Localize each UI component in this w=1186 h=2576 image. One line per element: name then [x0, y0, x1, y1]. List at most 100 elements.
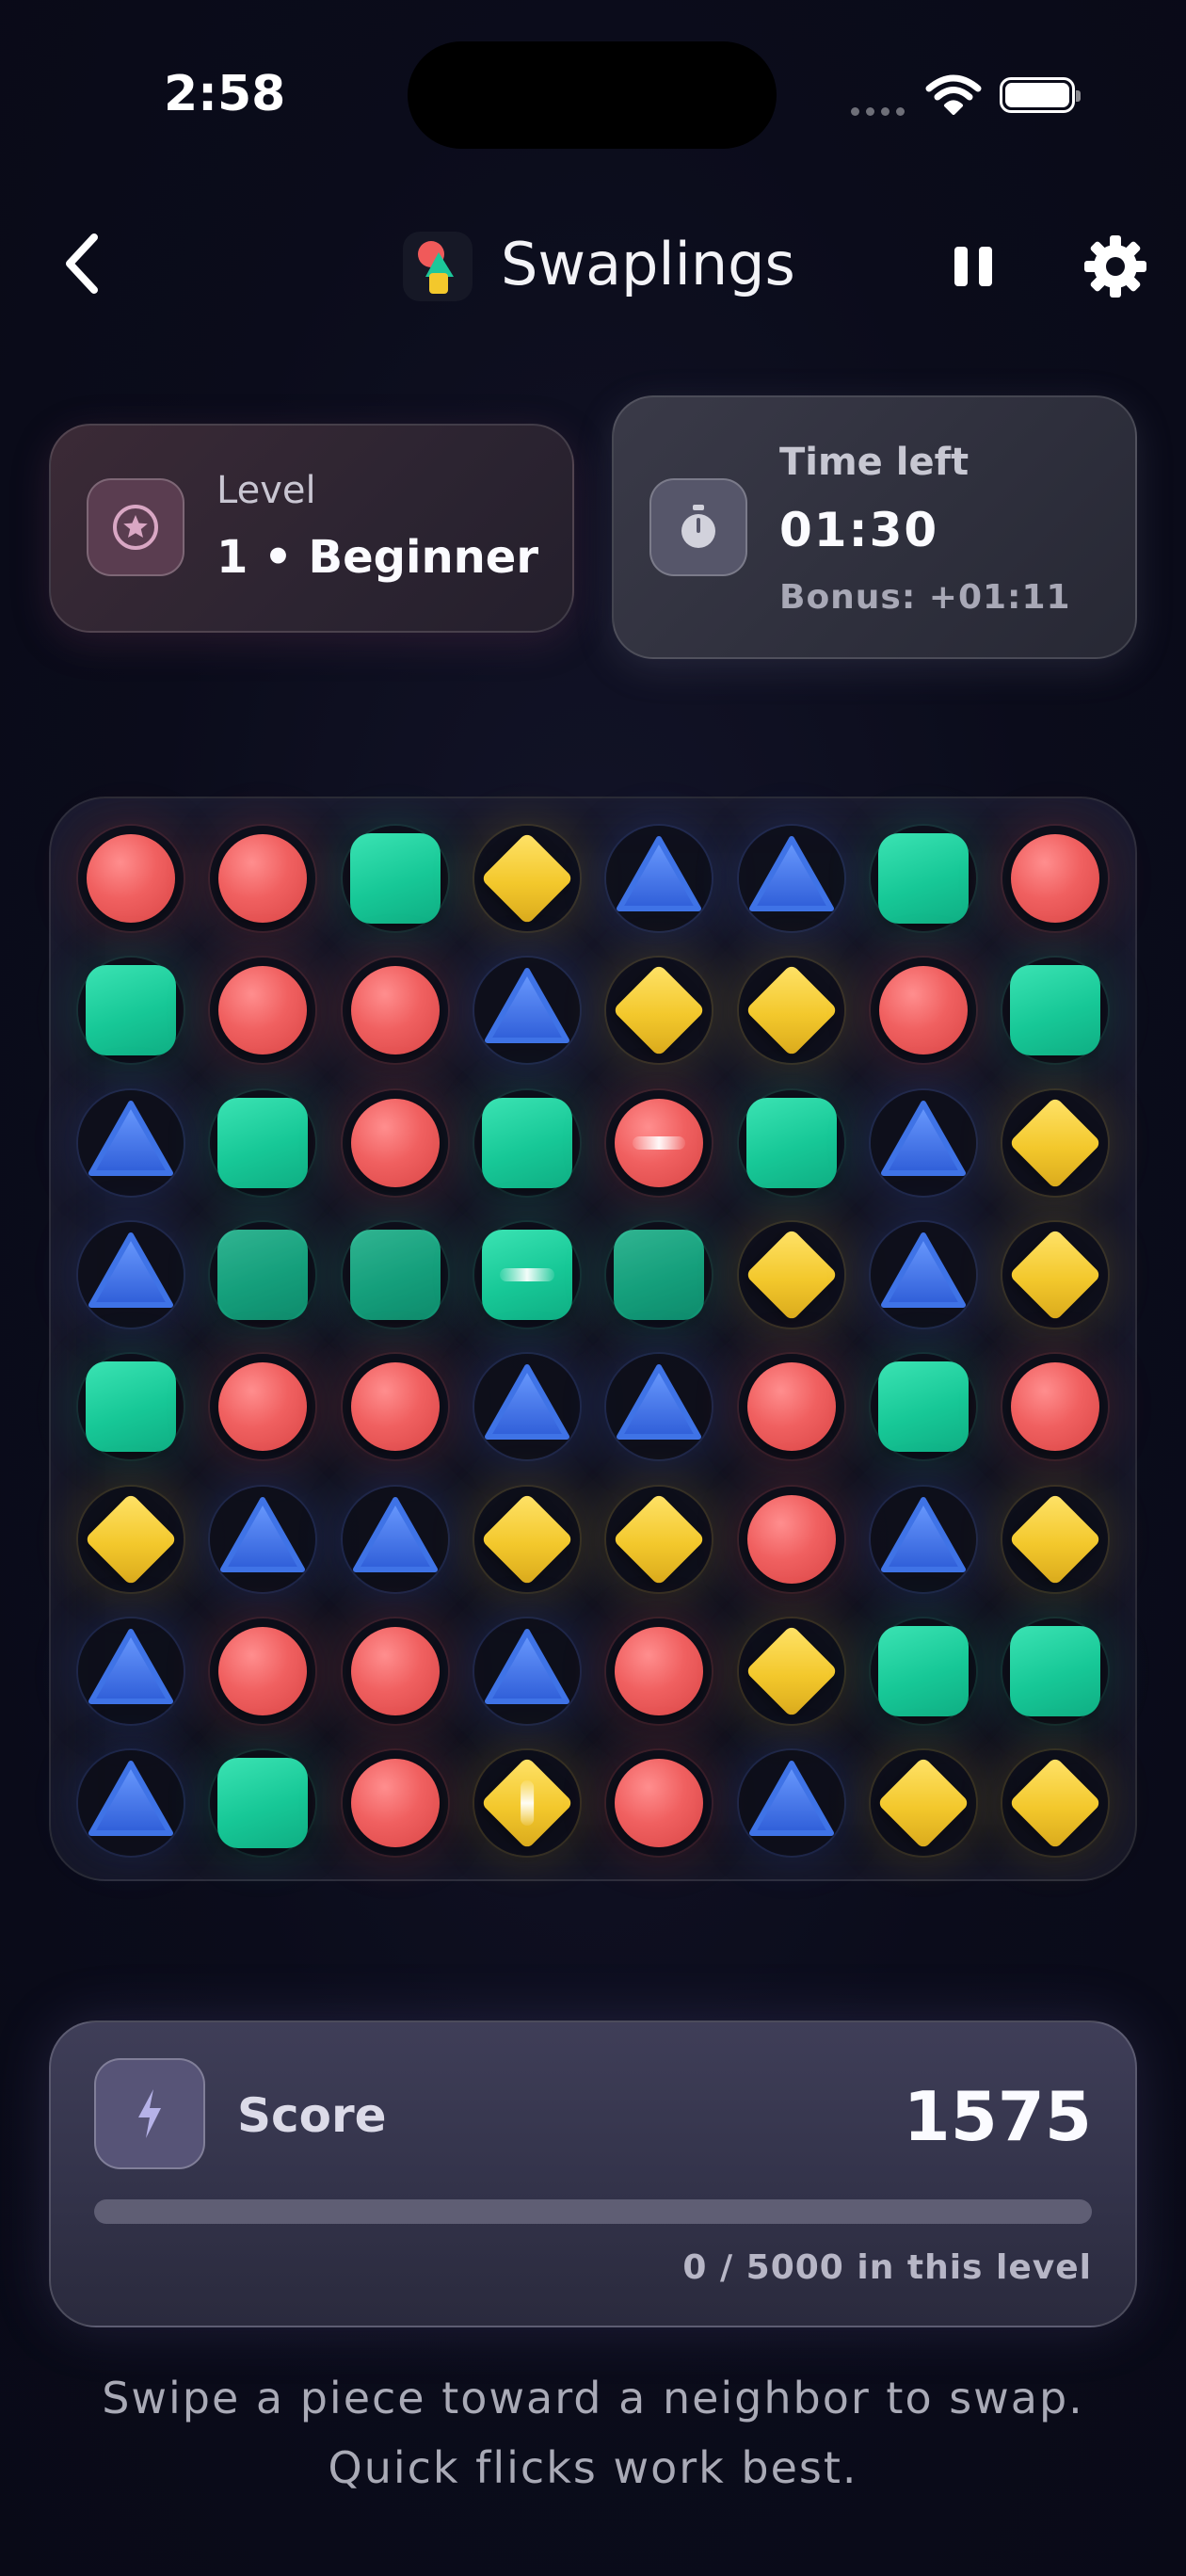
- board-cell[interactable]: [738, 958, 844, 1064]
- board-cell[interactable]: [473, 1750, 580, 1857]
- board-cell[interactable]: [210, 1486, 316, 1592]
- board-cell[interactable]: [738, 1354, 844, 1460]
- board-cell[interactable]: [78, 1354, 184, 1460]
- board-cell[interactable]: [870, 1221, 976, 1328]
- board-cell[interactable]: [78, 1221, 184, 1328]
- board-cell[interactable]: [870, 1618, 976, 1724]
- red-circle-piece: [350, 1626, 440, 1715]
- board-cell[interactable]: [870, 958, 976, 1064]
- board-cell[interactable]: [606, 826, 713, 931]
- blue-triangle-piece: [612, 1360, 706, 1444]
- yellow-diamond-piece: [480, 1756, 574, 1850]
- board-cell[interactable]: [606, 1221, 713, 1328]
- board-cell[interactable]: [342, 826, 448, 931]
- board-cell[interactable]: [78, 1089, 184, 1196]
- board-cell[interactable]: [606, 1618, 713, 1724]
- board-cell[interactable]: [606, 1354, 713, 1460]
- board-cell[interactable]: [870, 1486, 976, 1592]
- board-cell[interactable]: [473, 1486, 580, 1592]
- board-cell[interactable]: [342, 958, 448, 1064]
- board-cell[interactable]: [210, 1750, 316, 1857]
- app-title: Swaplings: [501, 230, 795, 298]
- board-cell[interactable]: [870, 1354, 976, 1460]
- board-cell[interactable]: [473, 1089, 580, 1196]
- board-cell[interactable]: [210, 1354, 316, 1460]
- green-square-piece: [86, 965, 176, 1056]
- yellow-diamond-piece: [745, 1624, 838, 1718]
- board-cell[interactable]: [1002, 1089, 1109, 1196]
- board-cell[interactable]: [342, 1486, 448, 1592]
- board-cell[interactable]: [342, 1354, 448, 1460]
- board-cell[interactable]: [78, 958, 184, 1064]
- board-cell[interactable]: [738, 1750, 844, 1857]
- green-square-piece: [877, 833, 969, 924]
- board-cell[interactable]: [606, 1486, 713, 1592]
- board-cell[interactable]: [210, 1089, 316, 1196]
- green-square-piece: [614, 1229, 705, 1320]
- board-cell[interactable]: [473, 1618, 580, 1724]
- blue-triangle-piece: [348, 1492, 442, 1577]
- blue-triangle-piece: [876, 1096, 970, 1181]
- red-circle-piece: [350, 966, 440, 1055]
- yellow-diamond-piece: [1008, 1492, 1102, 1586]
- board-cell[interactable]: [1002, 958, 1109, 1064]
- board-cell[interactable]: [210, 826, 316, 931]
- board-cell[interactable]: [738, 1089, 844, 1196]
- pause-icon: [954, 247, 968, 286]
- board-cell[interactable]: [473, 1221, 580, 1328]
- board-cell[interactable]: [738, 1221, 844, 1328]
- board-cell[interactable]: [1002, 1354, 1109, 1460]
- board-cell[interactable]: [870, 826, 976, 931]
- score-progress-bar: [94, 2199, 1092, 2224]
- board-cell[interactable]: [342, 1750, 448, 1857]
- cellular-signal-icon: [851, 102, 911, 120]
- board-cell[interactable]: [738, 826, 844, 931]
- board-cell[interactable]: [738, 1618, 844, 1724]
- blue-triangle-piece: [612, 831, 706, 916]
- board-cell[interactable]: [606, 1089, 713, 1196]
- game-board[interactable]: [49, 797, 1137, 1881]
- red-circle-piece: [615, 1626, 704, 1715]
- board-cell[interactable]: [473, 958, 580, 1064]
- board-cell[interactable]: [210, 958, 316, 1064]
- score-icon-badge: [94, 2058, 205, 2169]
- board-cell[interactable]: [606, 958, 713, 1064]
- board-cell[interactable]: [342, 1618, 448, 1724]
- board-cell[interactable]: [738, 1486, 844, 1592]
- board-cell[interactable]: [78, 826, 184, 931]
- board-cell[interactable]: [1002, 1486, 1109, 1592]
- blue-triangle-piece: [480, 963, 574, 1048]
- board-cell[interactable]: [210, 1221, 316, 1328]
- pause-button[interactable]: [951, 243, 996, 290]
- board-cell[interactable]: [342, 1221, 448, 1328]
- board-cell[interactable]: [1002, 1618, 1109, 1724]
- red-circle-piece: [878, 966, 968, 1055]
- back-button[interactable]: [55, 226, 111, 301]
- board-cell[interactable]: [78, 1750, 184, 1857]
- blue-triangle-piece: [876, 1492, 970, 1577]
- green-square-piece: [217, 1758, 309, 1849]
- blue-triangle-piece: [84, 1228, 178, 1312]
- board-cell[interactable]: [1002, 1221, 1109, 1328]
- board-cell[interactable]: [606, 1750, 713, 1857]
- blue-triangle-piece: [745, 831, 839, 916]
- board-cell[interactable]: [78, 1486, 184, 1592]
- board-cell[interactable]: [210, 1618, 316, 1724]
- settings-button[interactable]: [1082, 233, 1148, 299]
- board-cell[interactable]: [342, 1089, 448, 1196]
- board-cell[interactable]: [78, 1618, 184, 1724]
- board-cell[interactable]: [870, 1750, 976, 1857]
- board-cell[interactable]: [473, 1354, 580, 1460]
- board-cell[interactable]: [1002, 1750, 1109, 1857]
- time-card: Time left 01:30 Bonus: +01:11: [612, 395, 1137, 659]
- blue-triangle-piece: [876, 1228, 970, 1312]
- blue-triangle-piece: [480, 1624, 574, 1709]
- board-cell[interactable]: [473, 826, 580, 931]
- green-square-piece: [1010, 965, 1101, 1056]
- red-circle-piece: [218, 1626, 308, 1715]
- board-cell[interactable]: [870, 1089, 976, 1196]
- yellow-diamond-piece: [480, 831, 574, 926]
- yellow-diamond-piece: [612, 963, 706, 1057]
- blue-triangle-piece: [216, 1492, 310, 1577]
- board-cell[interactable]: [1002, 826, 1109, 931]
